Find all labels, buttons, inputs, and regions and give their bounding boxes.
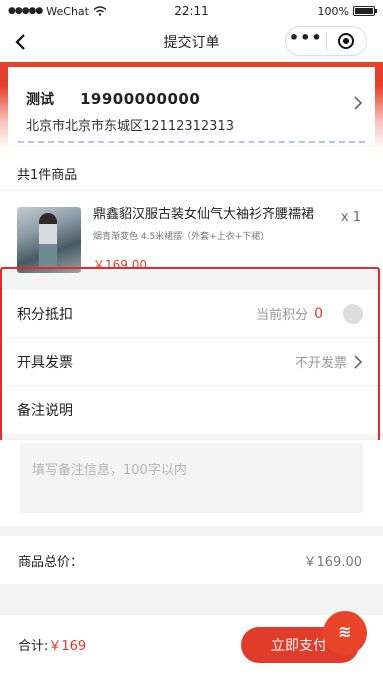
- status-bar: ●●●●● WeChat 22:11 100%: [0, 0, 383, 22]
- carrier-label: WeChat: [46, 4, 89, 18]
- address-detail: 北京市北京市东城区12112312313: [26, 119, 234, 134]
- product-spec: 烟青渐变色 4.5米裙摆（外套+上衣+下裙）: [93, 232, 270, 242]
- more-dots-icon: •••: [288, 28, 323, 47]
- chevron-right-icon: [354, 96, 363, 110]
- status-right: 100%: [317, 4, 377, 18]
- product-quantity: x 1: [340, 210, 361, 225]
- battery-icon: [353, 6, 377, 16]
- points-right: 当前积分 0: [256, 303, 363, 324]
- chevron-right-icon: [354, 354, 363, 369]
- recipient-name: 测试: [26, 92, 54, 108]
- address-card[interactable]: 测试 19900000000 北京市北京市东城区12112312313: [8, 67, 375, 145]
- address-dashed-divider: [18, 141, 365, 143]
- invoice-right: 不开发票: [295, 352, 363, 371]
- back-button[interactable]: [8, 28, 32, 56]
- product-price: ￥169.00: [93, 258, 147, 272]
- goods-total-value: ￥169.00: [303, 554, 363, 570]
- target-icon: [338, 33, 355, 49]
- points-label: 积分抵扣: [17, 306, 73, 323]
- goods-item[interactable]: 鼎鑫貂汉服古装女仙气大袖衫齐腰襦裙 烟青渐变色 4.5米裙摆（外套+上衣+下裙）…: [0, 191, 383, 273]
- wifi-icon: [93, 6, 107, 16]
- close-mini-program-button[interactable]: [327, 27, 367, 55]
- more-button[interactable]: •••: [286, 27, 326, 55]
- invoice-value: 不开发票: [294, 356, 347, 371]
- chevron-left-icon: [15, 34, 25, 50]
- invoice-row[interactable]: 开具发票 不开发票: [0, 338, 383, 386]
- remark-section: [0, 440, 383, 526]
- recipient-phone: 19900000000: [80, 90, 201, 108]
- order-options: 积分抵扣 当前积分 0 开具发票 不开发票 备注说明: [0, 290, 383, 434]
- address-section: 测试 19900000000 北京市北京市东城区12112312313: [0, 62, 383, 150]
- goods-count: 共1件商品: [17, 168, 78, 183]
- nav-bar: 提交订单 •••: [0, 22, 383, 62]
- battery-label: 100%: [317, 4, 349, 18]
- sum-amount: ￥169: [48, 639, 87, 654]
- product-image: [17, 207, 81, 273]
- status-left: ●●●●● WeChat: [8, 5, 107, 18]
- floating-action-icon[interactable]: ≋: [323, 611, 367, 655]
- goods-section: 共1件商品 鼎鑫貂汉服古装女仙气大袖衫齐腰襦裙 烟青渐变色 4.5米裙摆（外套+…: [0, 150, 383, 273]
- points-deduction-row: 积分抵扣 当前积分 0: [0, 290, 383, 338]
- page-title: 提交订单: [163, 35, 220, 51]
- points-hint: 当前积分: [256, 308, 309, 323]
- goods-total-label: 商品总价：: [18, 554, 84, 570]
- invoice-label: 开具发票: [17, 354, 73, 371]
- points-value: 0: [314, 305, 323, 322]
- remark-row: 备注说明: [0, 386, 383, 434]
- goods-total-row: 商品总价： ￥169.00: [0, 536, 383, 584]
- remark-label: 备注说明: [17, 403, 73, 419]
- points-toggle[interactable]: [343, 303, 363, 324]
- product-info: 鼎鑫貂汉服古装女仙气大袖衫齐腰襦裙 烟青渐变色 4.5米裙摆（外套+上衣+下裙）…: [93, 207, 323, 273]
- signal-dots-icon: ●●●●●: [8, 6, 43, 16]
- battery-fill: [355, 8, 373, 14]
- product-name: 鼎鑫貂汉服古装女仙气大袖衫齐腰襦裙: [93, 207, 315, 222]
- remark-input[interactable]: [20, 443, 363, 513]
- mini-program-capsule: •••: [285, 26, 367, 56]
- address-contact: 测试 19900000000: [26, 89, 361, 109]
- sum-label: 合计:: [18, 639, 49, 654]
- order-sum: 合计: ￥169: [18, 635, 86, 654]
